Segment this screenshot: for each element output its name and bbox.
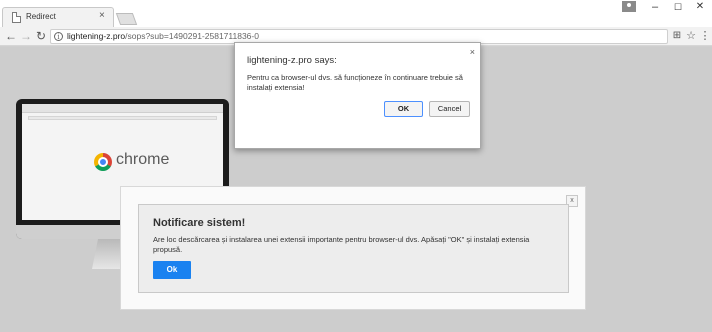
notification-panel: Notificare sistem! Are loc descărcarea ș… — [138, 204, 569, 293]
alert-title: lightening-z.pro says: — [247, 55, 337, 66]
title-bar: Redirect × – ☐ ✕ — [0, 0, 712, 27]
new-tab-button[interactable] — [115, 13, 138, 25]
star-icon[interactable]: ☆ — [684, 29, 698, 43]
url-host: lightening-z.pro — [67, 31, 126, 41]
alert-cancel-button[interactable]: Cancel — [429, 101, 470, 117]
user-icon[interactable] — [622, 1, 636, 12]
notification-message: Are loc descărcarea și instalarea unei e… — [153, 235, 530, 254]
alert-dialog: × lightening-z.pro says: Pentru ca brows… — [234, 42, 481, 149]
info-icon[interactable]: i — [54, 32, 63, 41]
close-window-button[interactable]: ✕ — [689, 0, 711, 14]
url-path: /sops?sub=1490291-2581711836-0 — [125, 31, 259, 41]
maximize-button[interactable]: ☐ — [667, 0, 689, 14]
back-arrow-icon[interactable]: ← — [4, 29, 18, 43]
tab-redirect[interactable]: Redirect × — [2, 7, 114, 27]
close-icon[interactable]: × — [470, 47, 475, 57]
system-notification-dialog: x Notificare sistem! Are loc descărcarea… — [120, 186, 586, 310]
url-text: lightening-z.pro/sops?sub=1490291-258171… — [67, 31, 259, 41]
page-icon — [12, 12, 21, 23]
menu-icon[interactable]: ⋮ — [698, 29, 712, 43]
translate-icon[interactable]: ⊞ — [670, 29, 684, 43]
chrome-logo-icon — [94, 153, 112, 171]
tab-close-icon[interactable]: × — [99, 11, 105, 21]
reload-icon[interactable]: ↻ — [34, 29, 48, 43]
ok-button[interactable]: Ok — [153, 261, 191, 279]
alert-message: Pentru ca browser-ul dvs. să funcționeze… — [247, 73, 463, 92]
notification-title: Notificare sistem! — [153, 217, 246, 229]
minimize-button[interactable]: – — [644, 0, 666, 14]
chrome-wordmark: chrome — [116, 151, 170, 168]
forward-arrow-icon[interactable]: → — [19, 29, 33, 43]
tab-title: Redirect — [26, 12, 56, 21]
alert-ok-button[interactable]: OK — [384, 101, 423, 117]
